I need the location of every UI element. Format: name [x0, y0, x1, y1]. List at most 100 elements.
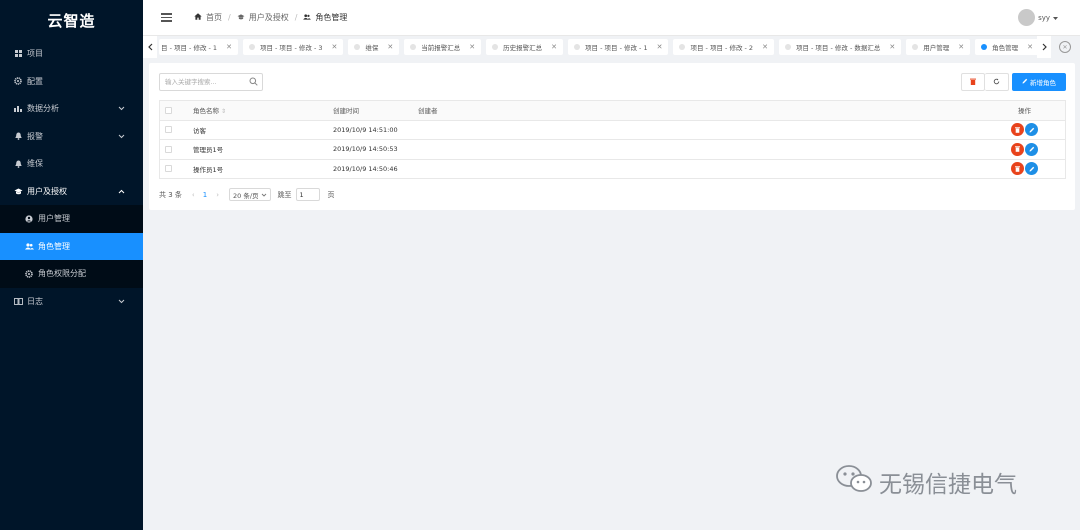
tab-label: 项目 - 项目 - 修改 - 数据汇总 [795, 44, 881, 52]
close-icon[interactable]: ✕ [762, 43, 768, 51]
select-all-checkbox[interactable] [165, 106, 172, 114]
table-row: 管理员1号 2019/10/9 14:50:53 [160, 140, 1065, 160]
tab-label: 维保 [365, 44, 379, 52]
breadcrumb-users-auth[interactable]: 用户及授权 [249, 12, 289, 23]
cell-name: 访客 [193, 126, 206, 135]
tab-bar: 目 - 项目 - 修改 - 1 ✕ 项目 - 项目 - 修改 - 3 ✕ 维保 ✕ 当… [143, 36, 1080, 58]
user-icon [24, 215, 34, 223]
next-page-icon[interactable]: › [216, 191, 219, 199]
user-name: syy [1038, 13, 1050, 22]
pagination: 共 3 条 ‹ 1 › 20 条/页 跳至 页 [159, 188, 335, 201]
sidebar-item-user-management[interactable]: 用户管理 [0, 205, 143, 233]
sidebar-item-users-auth[interactable]: 用户及授权 [0, 178, 143, 206]
row-checkbox[interactable] [165, 165, 172, 173]
wechat-icon [835, 464, 873, 500]
avatar [1018, 9, 1036, 26]
row-checkbox[interactable] [165, 126, 172, 134]
close-icon[interactable]: ✕ [226, 43, 232, 51]
search-icon[interactable] [249, 77, 258, 88]
watermark: 无锡信捷电气 [835, 464, 1017, 500]
close-icon[interactable]: ✕ [387, 43, 393, 51]
sort-icon[interactable]: ⇕ [221, 108, 226, 115]
tab-dot [679, 44, 686, 50]
trash-icon [1015, 166, 1020, 172]
prev-page-icon[interactable]: ‹ [192, 191, 195, 199]
close-all-tabs-icon[interactable]: ✕ [1059, 41, 1071, 53]
edit-row-button[interactable] [1025, 142, 1038, 156]
sidebar-item-maintenance[interactable]: 维保 [0, 150, 143, 178]
tab-project-edit-1b[interactable]: 项目 - 项目 - 修改 - 1 ✕ [568, 39, 669, 55]
close-icon[interactable]: ✕ [958, 43, 964, 51]
breadcrumb-home[interactable]: 首页 [206, 12, 222, 23]
trash-icon [970, 78, 976, 87]
breadcrumb-current: 角色管理 [315, 13, 348, 22]
tab-scroll-left-icon[interactable] [143, 36, 157, 58]
sidebar-item-config[interactable]: 配置 [0, 68, 143, 96]
menu-toggle-icon[interactable] [161, 13, 172, 22]
jump-page-input[interactable] [295, 188, 320, 201]
tab-scroll-right-icon[interactable] [1037, 36, 1051, 58]
tab-maintenance[interactable]: 维保 ✕ [348, 39, 400, 55]
add-role-button[interactable]: 新增角色 [1012, 73, 1066, 91]
tab-label: 角色管理 [992, 44, 1019, 52]
sidebar-item-alarm[interactable]: 报警 [0, 123, 143, 151]
search-input[interactable] [165, 78, 247, 86]
delete-row-button[interactable] [1011, 142, 1024, 156]
refresh-button[interactable] [985, 73, 1009, 91]
sidebar-item-label: 报警 [27, 131, 43, 141]
sidebar-item-label: 日志 [27, 296, 43, 306]
tab-role-management[interactable]: 角色管理 ✕ [975, 39, 1037, 55]
chevron-up-icon [118, 187, 125, 196]
sidebar-item-data-analysis[interactable]: 数据分析 [0, 95, 143, 123]
jump-label: 跳至 [277, 190, 292, 199]
tab-project-edit-3[interactable]: 项目 - 项目 - 修改 - 3 ✕ [242, 39, 344, 55]
sidebar-item-label: 项目 [27, 49, 43, 59]
delete-row-button[interactable] [1011, 123, 1024, 137]
sidebar-item-label: 维保 [27, 159, 43, 169]
tab-current-alarms[interactable]: 当前报警汇总 ✕ [404, 39, 482, 55]
tab-user-management[interactable]: 用户管理 ✕ [906, 39, 971, 55]
tab-history-alarms[interactable]: 历史报警汇总 ✕ [486, 39, 564, 55]
trash-icon [1015, 146, 1020, 153]
tab-label: 项目 - 项目 - 修改 - 2 [690, 44, 754, 52]
edit-row-button[interactable] [1025, 123, 1038, 137]
page-suffix: 页 [327, 190, 335, 199]
tab-project-edit-2[interactable]: 项目 - 项目 - 修改 - 2 ✕ [673, 39, 774, 55]
close-icon[interactable]: ✕ [657, 43, 663, 51]
edit-row-button[interactable] [1025, 162, 1038, 176]
tab-label: 当前报警汇总 [421, 44, 461, 52]
close-icon[interactable]: ✕ [469, 43, 475, 51]
watermark-text: 无锡信捷电气 [879, 472, 1017, 498]
cell-created-time: 2019/10/9 14:50:53 [333, 145, 398, 154]
caret-down-icon [1053, 14, 1058, 22]
gear-icon [13, 77, 23, 86]
top-header: 首页 / 用户及授权 / 角色管理 syy [143, 0, 1080, 36]
sidebar-item-log[interactable]: 日志 [0, 288, 143, 316]
grid-icon [13, 50, 23, 58]
close-icon[interactable]: ✕ [889, 43, 895, 51]
sidebar-item-role-management[interactable]: 角色管理 [0, 232, 143, 260]
cell-created-time: 2019/10/9 14:50:46 [333, 164, 398, 173]
sidebar-item-projects[interactable]: 项目 [0, 40, 143, 68]
tab-project-data-summary[interactable]: 项目 - 项目 - 修改 - 数据汇总 ✕ [778, 39, 902, 55]
pagination-total: 共 3 条 [159, 190, 182, 199]
tab-dot [981, 44, 988, 50]
pencil-icon [1029, 127, 1034, 133]
close-icon[interactable]: ✕ [1027, 43, 1033, 51]
sidebar-item-role-permission[interactable]: 角色权限分配 [0, 260, 143, 288]
chevron-down-icon [118, 104, 125, 113]
table-row: 访客 2019/10/9 14:51:00 [160, 121, 1065, 140]
refresh-icon [993, 78, 1000, 87]
close-icon[interactable]: ✕ [332, 43, 338, 51]
row-actions [1011, 123, 1038, 137]
row-checkbox[interactable] [165, 145, 172, 153]
page-size-select[interactable]: 20 条/页 [229, 188, 271, 201]
tab-project-edit-1[interactable]: 目 - 项目 - 修改 - 1 ✕ [159, 39, 238, 55]
batch-delete-button[interactable] [961, 73, 985, 91]
column-header-name[interactable]: 角色名称 ⇕ [193, 105, 226, 115]
page-number[interactable]: 1 [203, 191, 207, 199]
delete-row-button[interactable] [1011, 162, 1024, 176]
user-menu[interactable]: syy [1018, 9, 1058, 26]
table-row: 操作员1号 2019/10/9 14:50:46 [160, 160, 1065, 179]
close-icon[interactable]: ✕ [551, 43, 557, 51]
